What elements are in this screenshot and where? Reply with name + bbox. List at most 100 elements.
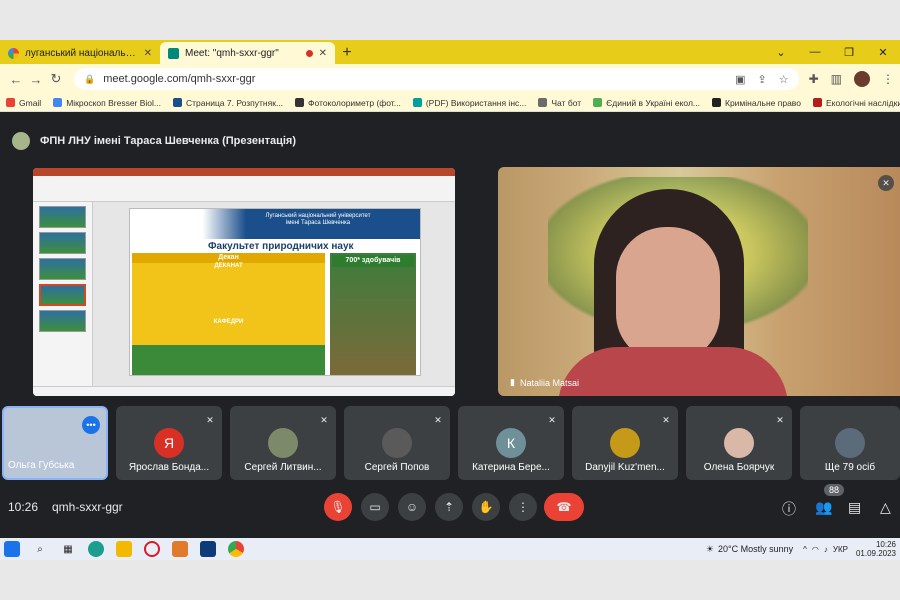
bookmark-item[interactable]: Мікроскоп Bresser Biol... <box>53 98 161 108</box>
taskbar-clock[interactable]: 10:26 01.09.2023 <box>856 540 896 558</box>
wifi-icon[interactable]: ◠ <box>812 545 819 554</box>
reload-icon[interactable]: ↻ <box>46 71 66 87</box>
present-button[interactable]: ⇡ <box>435 493 463 521</box>
participant-tile[interactable]: ✕ Сергей Литвин... <box>230 406 336 480</box>
mic-off-icon: ✕ <box>206 414 214 425</box>
sidepanel-icon[interactable]: ▥ <box>831 72 842 86</box>
app-icon[interactable] <box>172 541 188 557</box>
volume-icon[interactable]: ♪ <box>824 545 828 554</box>
raise-hand-button[interactable]: ✋ <box>472 493 500 521</box>
weather-text: 20°C Mostly sunny <box>717 544 794 554</box>
tray-chevron-icon[interactable]: ^ <box>803 545 807 554</box>
bookmark-item[interactable]: Gmail <box>6 98 41 108</box>
bookmark-item[interactable]: Фотоколориметр (фот... <box>295 98 401 108</box>
chat-icon[interactable]: ▤ <box>848 499 861 516</box>
mic-off-icon: ✕ <box>434 414 442 425</box>
tab-search-icon[interactable]: ⌄ <box>764 46 798 59</box>
weather-widget[interactable]: ☀ 20°C Mostly sunny <box>706 544 793 555</box>
info-icon[interactable]: ⓘ <box>782 499 796 519</box>
windows-taskbar: ⌕ ▦ ☀ 20°C Mostly sunny ^ ◠ ♪ УКР 10:26 … <box>0 538 900 560</box>
bookmark-item[interactable]: Єдиний в Україні екол... <box>593 98 700 108</box>
bookmark-icon <box>6 98 15 107</box>
participant-count-badge: 88 <box>824 484 845 496</box>
participant-tile[interactable]: ✕ Сергей Попов <box>344 406 450 480</box>
new-tab-button[interactable]: + <box>335 42 359 64</box>
profile-avatar[interactable] <box>854 71 870 87</box>
meeting-code: qmh-sxxr-ggr <box>52 500 123 514</box>
speaker-video[interactable]: ✕ ▮ Nataliia Matsai <box>498 167 900 396</box>
tab-meet[interactable]: Meet: "qmh-sxxr-ggr" ✕ <box>160 42 335 64</box>
more-options-icon[interactable]: ••• <box>82 416 100 434</box>
tab-close-icon[interactable]: ✕ <box>144 48 152 59</box>
start-icon[interactable] <box>4 541 20 557</box>
speaker-face <box>616 227 720 362</box>
camera-icon[interactable]: ▣ <box>735 73 745 86</box>
file-explorer-icon[interactable] <box>116 541 132 557</box>
mic-off-icon: ✕ <box>878 175 894 191</box>
tab-close-icon[interactable]: ✕ <box>319 48 327 59</box>
reactions-button[interactable]: ☺ <box>398 493 426 521</box>
people-icon[interactable]: 👥 <box>815 499 832 516</box>
back-icon[interactable]: ← <box>6 72 26 87</box>
meeting-controls: 10:26 qmh-sxxr-ggr 🎙 ▭ ☺ ⇡ ✋ ⋮ ☎ ⓘ 👥 ▤ △ <box>0 490 900 528</box>
extensions-icon[interactable]: ✚ <box>809 72 819 86</box>
more-participants-tile[interactable]: Ще 79 осіб <box>800 406 900 480</box>
search-icon[interactable]: ⌕ <box>32 541 48 557</box>
recording-icon <box>305 49 313 57</box>
bookmark-icon <box>295 98 305 107</box>
activities-icon[interactable]: △ <box>880 499 891 516</box>
slide-deanate-label: ДЕКАНАТ <box>214 263 243 269</box>
participant-tile[interactable]: ✕ Олена Боярчук <box>686 406 792 480</box>
participant-name: Ольга Губська <box>8 460 75 471</box>
task-view-icon[interactable]: ▦ <box>60 541 76 557</box>
close-window-button[interactable]: ✕ <box>866 46 900 59</box>
participant-tile[interactable]: ••• Ольга Губська <box>2 406 108 480</box>
tab-university[interactable]: луганський національний університет ✕ <box>0 42 160 64</box>
bookmark-item[interactable]: Чат бот <box>538 98 581 108</box>
bookmark-item[interactable]: Кримінальне право <box>712 98 801 108</box>
bookmark-icon <box>53 98 63 107</box>
meeting-time: 10:26 <box>8 500 39 514</box>
speaker-name: Nataliia Matsai <box>519 377 579 388</box>
participant-name: Ярослав Бонда... <box>128 462 210 473</box>
forward-icon[interactable]: → <box>26 72 46 87</box>
clock-time: 10:26 <box>875 540 896 549</box>
opera-icon[interactable] <box>144 541 160 557</box>
participant-tile[interactable]: ✕ Я Ярослав Бонда... <box>116 406 222 480</box>
tab-title: луганський національний університет <box>25 47 138 59</box>
bookmark-item[interactable]: (PDF) Використання інс... <box>412 98 526 108</box>
participant-tile[interactable]: ✕ Danyjil Kuz'men... <box>572 406 678 480</box>
minimize-button[interactable]: — <box>798 46 832 58</box>
slide-thumbnail <box>39 232 86 254</box>
star-icon[interactable]: ☆ <box>779 73 789 86</box>
chrome-icon[interactable] <box>228 541 244 557</box>
webex-icon[interactable] <box>200 541 216 557</box>
menu-icon[interactable]: ⋮ <box>882 72 894 86</box>
participant-tile[interactable]: ✕ К Катерина Бере... <box>458 406 564 480</box>
participant-name: Олена Боярчук <box>703 462 775 473</box>
more-options-button[interactable]: ⋮ <box>509 493 537 521</box>
omnibox-tools: ▣ ⇪ ☆ <box>735 73 789 86</box>
slide-photo-collage <box>330 253 416 375</box>
leave-call-button[interactable]: ☎ <box>544 493 584 521</box>
shared-screen: Луганський національний університет імен… <box>33 168 455 396</box>
bookmark-icon <box>412 98 422 107</box>
share-icon[interactable]: ⇪ <box>758 73 767 86</box>
avatar: К <box>496 428 526 458</box>
language-indicator[interactable]: УКР <box>833 545 848 554</box>
ppt-status-bar <box>33 386 455 396</box>
url-field[interactable]: 🔒 meet.google.com/qmh-sxxr-ggr ▣ ⇪ ☆ <box>74 68 799 90</box>
edge-icon[interactable] <box>88 541 104 557</box>
bookmark-item[interactable]: Страница 7. Розпутняк... <box>173 98 283 108</box>
bookmark-icon <box>173 98 183 107</box>
camera-toggle-button[interactable]: ▭ <box>361 493 389 521</box>
ppt-ribbon <box>33 176 455 202</box>
pin-icon: ▮ <box>510 377 515 387</box>
speaker-body <box>558 347 788 396</box>
slide-departments-block <box>132 345 325 375</box>
bookmark-item[interactable]: Екологічні наслідки вій... <box>812 98 900 108</box>
maximize-button[interactable]: ❐ <box>832 46 866 59</box>
presentation-header: ФПН ЛНУ імені Тараса Шевченка (Презентац… <box>0 124 900 158</box>
participant-name: Сергей Литвин... <box>244 462 322 473</box>
mic-toggle-button[interactable]: 🎙 <box>324 493 352 521</box>
